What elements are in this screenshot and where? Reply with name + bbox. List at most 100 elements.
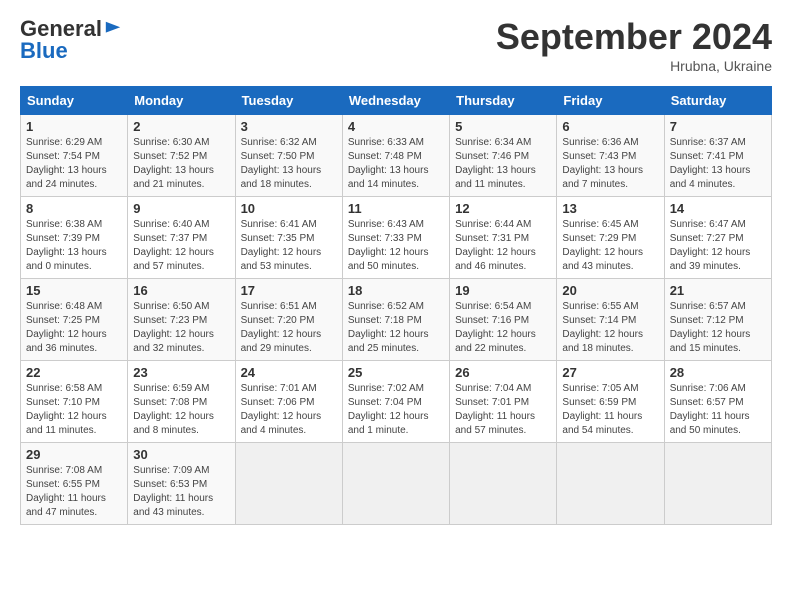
day-number: 20: [562, 283, 658, 298]
day-number: 2: [133, 119, 229, 134]
table-row: 29 Sunrise: 7:08 AMSunset: 6:55 PMDayligh…: [21, 443, 772, 525]
day-number: 24: [241, 365, 337, 380]
day-number: 5: [455, 119, 551, 134]
col-tuesday: Tuesday: [235, 87, 342, 115]
list-item: 16 Sunrise: 6:50 AMSunset: 7:23 PMDayligh…: [128, 279, 235, 361]
day-number: 6: [562, 119, 658, 134]
list-item: 3 Sunrise: 6:32 AMSunset: 7:50 PMDaylight…: [235, 115, 342, 197]
header: General Blue September 2024 Hrubna, Ukra…: [20, 16, 772, 74]
list-item: 1Sunrise: 6:29 AMSunset: 7:54 PMDaylight…: [21, 115, 128, 197]
list-item: 28Sunrise: 7:06 AMSunset: 6:57 PMDayligh…: [664, 361, 771, 443]
day-info: Sunrise: 6:33 AMSunset: 7:48 PMDaylight:…: [348, 136, 444, 192]
day-number: 25: [348, 365, 444, 380]
logo-blue-text: Blue: [20, 38, 68, 64]
day-info: Sunrise: 6:40 AMSunset: 7:37 PMDaylight:…: [133, 218, 229, 274]
day-number: 4: [348, 119, 444, 134]
list-item: [557, 443, 664, 525]
col-saturday: Saturday: [664, 87, 771, 115]
day-info: Sunrise: 7:09 AMSunset: 6:53 PMDaylight:…: [133, 464, 229, 520]
col-sunday: Sunday: [21, 87, 128, 115]
list-item: 17 Sunrise: 6:51 AMSunset: 7:20 PMDayligh…: [235, 279, 342, 361]
list-item: [450, 443, 557, 525]
list-item: 14Sunrise: 6:47 AMSunset: 7:27 PMDayligh…: [664, 197, 771, 279]
day-info: Sunrise: 6:32 AMSunset: 7:50 PMDaylight:…: [241, 136, 337, 192]
list-item: 21 Sunrise: 6:57 AMSunset: 7:12 PMDayligh…: [664, 279, 771, 361]
list-item: 24 Sunrise: 7:01 AMSunset: 7:06 PMDayligh…: [235, 361, 342, 443]
day-number: 26: [455, 365, 551, 380]
day-info: Sunrise: 7:05 AMSunset: 6:59 PMDaylight:…: [562, 382, 658, 438]
calendar-table: Sunday Monday Tuesday Wednesday Thursday…: [20, 86, 772, 525]
header-row: Sunday Monday Tuesday Wednesday Thursday…: [21, 87, 772, 115]
list-item: 10 Sunrise: 6:41 AMSunset: 7:35 PMDayligh…: [235, 197, 342, 279]
list-item: 27Sunrise: 7:05 AMSunset: 6:59 PMDayligh…: [557, 361, 664, 443]
list-item: 2 Sunrise: 6:30 AMSunset: 7:52 PMDaylight…: [128, 115, 235, 197]
list-item: 18Sunrise: 6:52 AMSunset: 7:18 PMDayligh…: [342, 279, 449, 361]
list-item: 4 Sunrise: 6:33 AMSunset: 7:48 PMDaylight…: [342, 115, 449, 197]
list-item: 12 Sunrise: 6:44 AMSunset: 7:31 PMDayligh…: [450, 197, 557, 279]
col-monday: Monday: [128, 87, 235, 115]
list-item: 6Sunrise: 6:36 AMSunset: 7:43 PMDaylight…: [557, 115, 664, 197]
month-title: September 2024: [496, 16, 772, 58]
list-item: 30 Sunrise: 7:09 AMSunset: 6:53 PMDayligh…: [128, 443, 235, 525]
list-item: 29 Sunrise: 7:08 AMSunset: 6:55 PMDayligh…: [21, 443, 128, 525]
location: Hrubna, Ukraine: [496, 58, 772, 74]
day-number: 10: [241, 201, 337, 216]
day-info: Sunrise: 6:44 AMSunset: 7:31 PMDaylight:…: [455, 218, 551, 274]
day-info: Sunrise: 7:02 AMSunset: 7:04 PMDaylight:…: [348, 382, 444, 438]
day-number: 23: [133, 365, 229, 380]
list-item: 5 Sunrise: 6:34 AMSunset: 7:46 PMDaylight…: [450, 115, 557, 197]
table-row: 22Sunrise: 6:58 AMSunset: 7:10 PMDayligh…: [21, 361, 772, 443]
page-container: General Blue September 2024 Hrubna, Ukra…: [0, 0, 792, 535]
day-info: Sunrise: 6:51 AMSunset: 7:20 PMDaylight:…: [241, 300, 337, 356]
table-row: 8 Sunrise: 6:38 AMSunset: 7:39 PMDaylight…: [21, 197, 772, 279]
list-item: 26 Sunrise: 7:04 AMSunset: 7:01 PMDayligh…: [450, 361, 557, 443]
day-info: Sunrise: 7:08 AMSunset: 6:55 PMDaylight:…: [26, 464, 122, 520]
day-info: Sunrise: 6:37 AMSunset: 7:41 PMDaylight:…: [670, 136, 766, 192]
table-row: 15 Sunrise: 6:48 AMSunset: 7:25 PMDayligh…: [21, 279, 772, 361]
day-number: 14: [670, 201, 766, 216]
day-number: 11: [348, 201, 444, 216]
day-info: Sunrise: 6:57 AMSunset: 7:12 PMDaylight:…: [670, 300, 766, 356]
day-number: 12: [455, 201, 551, 216]
day-info: Sunrise: 7:01 AMSunset: 7:06 PMDaylight:…: [241, 382, 337, 438]
day-info: Sunrise: 6:50 AMSunset: 7:23 PMDaylight:…: [133, 300, 229, 356]
day-number: 30: [133, 447, 229, 462]
col-thursday: Thursday: [450, 87, 557, 115]
day-number: 3: [241, 119, 337, 134]
day-number: 18: [348, 283, 444, 298]
day-info: Sunrise: 6:59 AMSunset: 7:08 PMDaylight:…: [133, 382, 229, 438]
day-info: Sunrise: 6:30 AMSunset: 7:52 PMDaylight:…: [133, 136, 229, 192]
day-number: 7: [670, 119, 766, 134]
day-number: 21: [670, 283, 766, 298]
list-item: 22Sunrise: 6:58 AMSunset: 7:10 PMDayligh…: [21, 361, 128, 443]
day-info: Sunrise: 6:54 AMSunset: 7:16 PMDaylight:…: [455, 300, 551, 356]
day-info: Sunrise: 7:04 AMSunset: 7:01 PMDaylight:…: [455, 382, 551, 438]
day-number: 13: [562, 201, 658, 216]
day-number: 29: [26, 447, 122, 462]
list-item: 15 Sunrise: 6:48 AMSunset: 7:25 PMDayligh…: [21, 279, 128, 361]
calendar-body: 1Sunrise: 6:29 AMSunset: 7:54 PMDaylight…: [21, 115, 772, 525]
day-info: Sunrise: 6:41 AMSunset: 7:35 PMDaylight:…: [241, 218, 337, 274]
day-number: 8: [26, 201, 122, 216]
list-item: 13 Sunrise: 6:45 AMSunset: 7:29 PMDayligh…: [557, 197, 664, 279]
day-info: Sunrise: 6:55 AMSunset: 7:14 PMDaylight:…: [562, 300, 658, 356]
list-item: 25 Sunrise: 7:02 AMSunset: 7:04 PMDayligh…: [342, 361, 449, 443]
day-number: 1: [26, 119, 122, 134]
day-number: 19: [455, 283, 551, 298]
day-info: Sunrise: 6:38 AMSunset: 7:39 PMDaylight:…: [26, 218, 122, 274]
list-item: 8 Sunrise: 6:38 AMSunset: 7:39 PMDaylight…: [21, 197, 128, 279]
list-item: 23 Sunrise: 6:59 AMSunset: 7:08 PMDayligh…: [128, 361, 235, 443]
list-item: 9Sunrise: 6:40 AMSunset: 7:37 PMDaylight…: [128, 197, 235, 279]
col-wednesday: Wednesday: [342, 87, 449, 115]
day-info: Sunrise: 6:45 AMSunset: 7:29 PMDaylight:…: [562, 218, 658, 274]
list-item: [235, 443, 342, 525]
day-info: Sunrise: 6:48 AMSunset: 7:25 PMDaylight:…: [26, 300, 122, 356]
day-number: 22: [26, 365, 122, 380]
list-item: 11Sunrise: 6:43 AMSunset: 7:33 PMDayligh…: [342, 197, 449, 279]
day-number: 16: [133, 283, 229, 298]
day-number: 15: [26, 283, 122, 298]
day-info: Sunrise: 6:34 AMSunset: 7:46 PMDaylight:…: [455, 136, 551, 192]
logo-flag-icon: [104, 20, 122, 38]
day-number: 28: [670, 365, 766, 380]
day-number: 17: [241, 283, 337, 298]
